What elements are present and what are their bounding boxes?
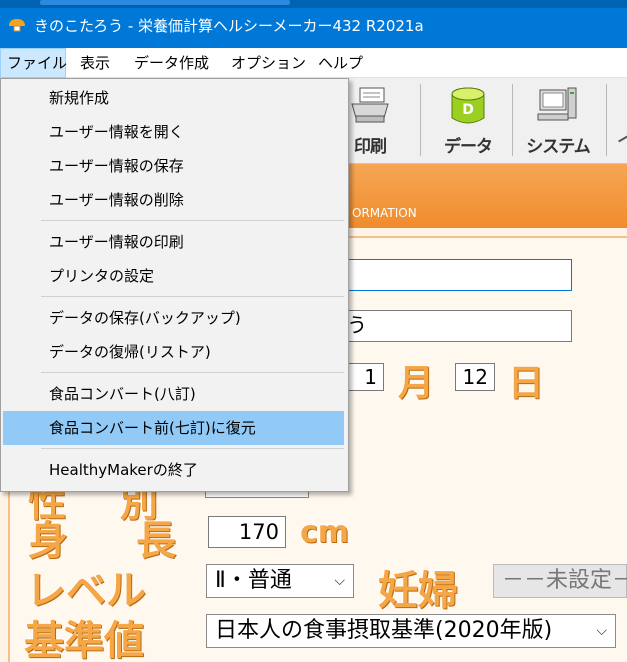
standard-label: 基準値 bbox=[24, 618, 144, 662]
height-input[interactable]: 170 bbox=[208, 516, 286, 548]
menu-item-print-user[interactable]: ユーザー情報の印刷 bbox=[3, 225, 344, 259]
menu-item-printer-setup[interactable]: プリンタの設定 bbox=[3, 259, 344, 293]
data-button-label: データ bbox=[444, 137, 493, 157]
file-menu-dropdown: 新規作成 ユーザー情報を開く ユーザー情報の保存 ユーザー情報の削除 ユーザー情… bbox=[0, 78, 349, 492]
birth-day-input[interactable]: 12 bbox=[455, 363, 495, 391]
title-bar: きのこたろう - 栄養価計算ヘルシーメーカー432 R2021a bbox=[0, 0, 627, 48]
menu-view[interactable]: 表示 bbox=[74, 48, 116, 78]
background-window-strip bbox=[0, 0, 627, 8]
svg-text:D: D bbox=[462, 102, 474, 118]
menu-item-new[interactable]: 新規作成 bbox=[3, 81, 344, 115]
data-button[interactable]: D データ bbox=[428, 84, 508, 158]
toolbar-separator bbox=[606, 84, 607, 156]
system-button[interactable]: システム bbox=[518, 84, 598, 158]
month-label: 月 bbox=[398, 363, 435, 404]
background-window-title bbox=[40, 0, 290, 5]
menu-item-restore[interactable]: データの復帰(リストア) bbox=[3, 335, 344, 369]
pregnant-select-value: －－未設定－－ bbox=[502, 568, 627, 593]
mushroom-app-icon bbox=[9, 19, 25, 32]
toolbar-separator bbox=[420, 84, 421, 156]
menu-data-create[interactable]: データ作成 bbox=[128, 48, 215, 78]
name-input[interactable] bbox=[340, 259, 572, 291]
database-icon: D bbox=[451, 87, 485, 124]
chevron-down-icon: ⌵ bbox=[334, 573, 345, 589]
chevron-down-icon: ⌵ bbox=[596, 623, 607, 639]
menu-help[interactable]: ヘルプ bbox=[312, 48, 369, 78]
menu-bar: ファイル 表示 データ作成 オプション ヘルプ bbox=[0, 48, 627, 78]
menu-item-revert-7th[interactable]: 食品コンバート前(七訂)に復元 bbox=[3, 411, 344, 445]
pregnant-label: 妊婦 bbox=[378, 568, 458, 614]
standard-select-value: 日本人の食事摂取基準(2020年版) bbox=[215, 618, 553, 643]
height-unit: cm bbox=[300, 515, 350, 550]
menu-separator bbox=[41, 448, 344, 449]
menu-item-save-user[interactable]: ユーザー情報の保存 bbox=[3, 149, 344, 183]
menu-item-exit[interactable]: HealthyMakerの終了 bbox=[3, 453, 344, 487]
menu-separator bbox=[41, 296, 344, 297]
partial-toolbar-icon bbox=[618, 135, 627, 143]
window-title: きのこたろう - 栄養価計算ヘルシーメーカー432 R2021a bbox=[34, 17, 424, 35]
kana-input[interactable]: う bbox=[340, 310, 572, 342]
menu-item-open-user[interactable]: ユーザー情報を開く bbox=[3, 115, 344, 149]
pregnant-select[interactable]: －－未設定－－ bbox=[493, 564, 627, 598]
menu-separator bbox=[41, 372, 344, 373]
toolbar-separator bbox=[512, 84, 513, 156]
computer-icon bbox=[537, 87, 577, 121]
level-select-value: Ⅱ・普通 bbox=[215, 568, 292, 593]
menu-separator bbox=[41, 220, 344, 221]
section-subtitle: ORMATION bbox=[352, 206, 417, 220]
menu-options[interactable]: オプション bbox=[225, 48, 312, 78]
system-button-label: システム bbox=[526, 137, 591, 157]
menu-file[interactable]: ファイル bbox=[0, 48, 67, 78]
menu-item-convert-8th[interactable]: 食品コンバート(八訂) bbox=[3, 377, 344, 411]
printer-icon bbox=[351, 87, 389, 123]
menu-item-delete-user[interactable]: ユーザー情報の削除 bbox=[3, 183, 344, 217]
menu-item-backup[interactable]: データの保存(バックアップ) bbox=[3, 301, 344, 335]
standard-select[interactable]: 日本人の食事摂取基準(2020年版) ⌵ bbox=[206, 614, 616, 648]
day-label: 日 bbox=[508, 363, 545, 404]
level-select[interactable]: Ⅱ・普通 ⌵ bbox=[206, 564, 354, 598]
